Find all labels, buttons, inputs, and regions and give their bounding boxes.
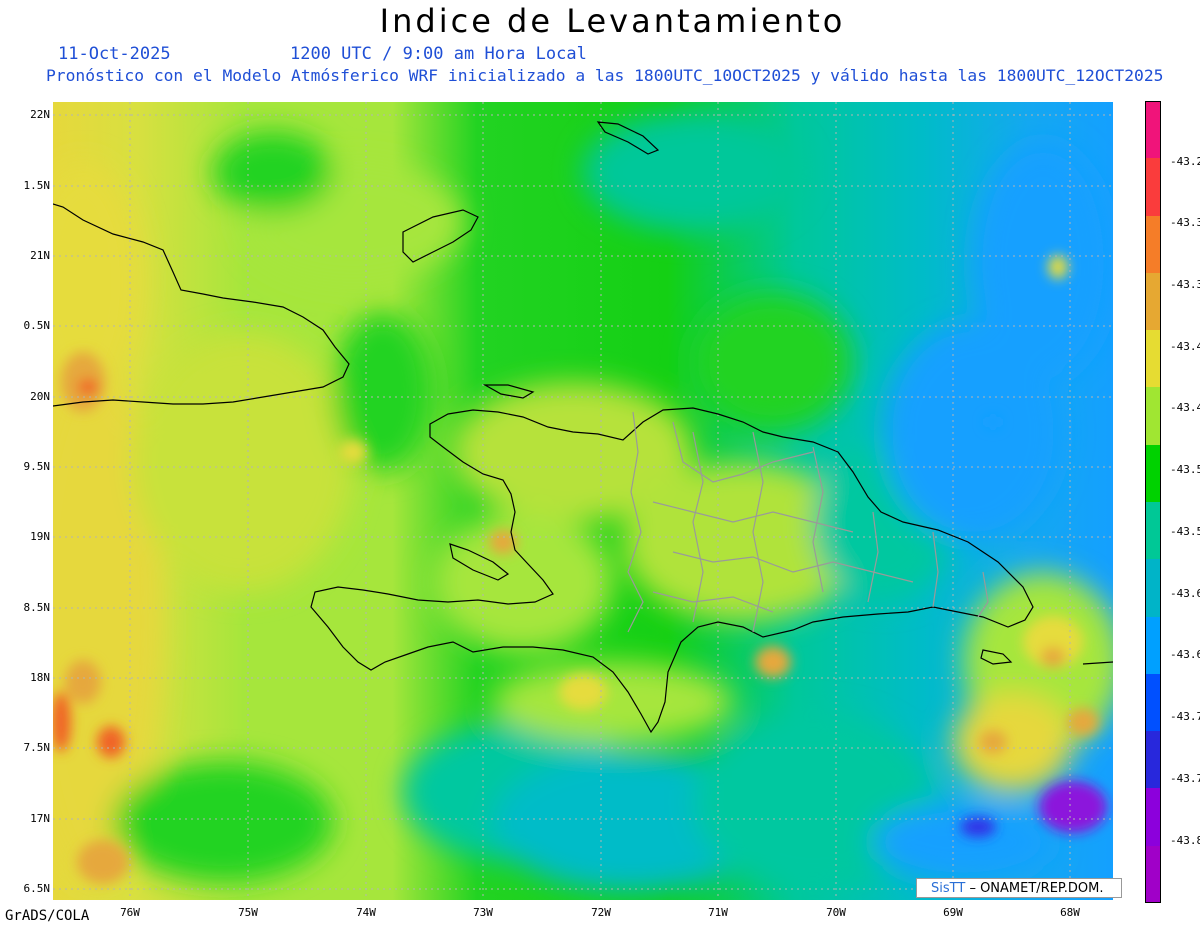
lat-label: 22N bbox=[30, 108, 50, 121]
grads-credit: GrADS/COLA bbox=[5, 908, 90, 924]
colorbar-border bbox=[1145, 101, 1161, 903]
lon-label: 69W bbox=[943, 906, 963, 919]
colorbar bbox=[1145, 101, 1161, 904]
lon-label: 71W bbox=[708, 906, 728, 919]
colorbar-label: -43.5 bbox=[1170, 525, 1200, 538]
lon-label: 74W bbox=[356, 906, 376, 919]
colorbar-label: -43.4 bbox=[1170, 401, 1200, 414]
lon-label: 73W bbox=[473, 906, 493, 919]
map-title: Indice de Levantamiento bbox=[379, 2, 846, 40]
lat-label: 7.5N bbox=[23, 741, 51, 754]
colorbar-label: -43.3 bbox=[1170, 278, 1200, 291]
lon-label: 76W bbox=[120, 906, 140, 919]
forecast-time: 1200 UTC / 9:00 am Hora Local bbox=[290, 44, 587, 64]
colorbar-label: -43.4 bbox=[1170, 340, 1200, 353]
logo-brand: SisTT bbox=[931, 881, 966, 896]
lat-label: 20N bbox=[30, 390, 50, 403]
colorbar-label: -43.2 bbox=[1170, 155, 1200, 168]
colorbar-label: -43.6 bbox=[1170, 648, 1200, 661]
lat-label: 18N bbox=[30, 671, 50, 684]
forecast-description: Pronóstico con el Modelo Atmósferico WRF… bbox=[46, 66, 1164, 85]
colorbar-label: -43.7 bbox=[1170, 772, 1200, 785]
lat-label: 9.5N bbox=[23, 460, 51, 473]
lon-label: 70W bbox=[826, 906, 846, 919]
lat-label: 8.5N bbox=[23, 601, 51, 614]
lat-label: 17N bbox=[30, 812, 50, 825]
lat-label: 19N bbox=[30, 530, 50, 543]
lat-label: 6.5N bbox=[23, 882, 51, 895]
forecast-date: 11-Oct-2025 bbox=[58, 44, 171, 64]
lat-label: 0.5N bbox=[23, 319, 51, 332]
colorbar-label: -43.7 bbox=[1170, 710, 1200, 723]
colorbar-label: -43.6 bbox=[1170, 587, 1200, 600]
lon-label: 75W bbox=[238, 906, 258, 919]
lat-label: 1.5N bbox=[23, 179, 51, 192]
colorbar-label: -43.8 bbox=[1170, 834, 1200, 847]
lifted-index-map bbox=[53, 102, 1113, 900]
onamet-logo: SisTT – ONAMET/REP.DOM. bbox=[916, 878, 1122, 898]
lon-label: 72W bbox=[591, 906, 611, 919]
lon-label: 68W bbox=[1060, 906, 1080, 919]
colorbar-label: -43.3 bbox=[1170, 216, 1200, 229]
colorbar-label: -43.5 bbox=[1170, 463, 1200, 476]
logo-org: – ONAMET/REP.DOM. bbox=[969, 881, 1104, 896]
lat-label: 21N bbox=[30, 249, 50, 262]
